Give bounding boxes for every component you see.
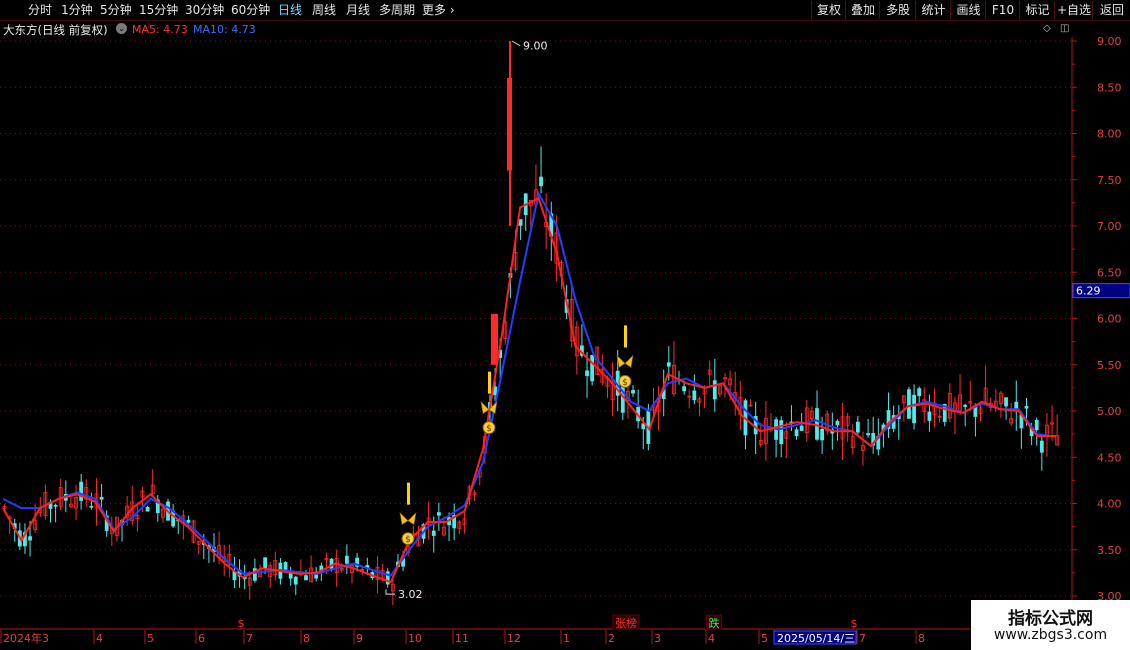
- candle-body: [293, 576, 298, 585]
- price-label: 6.50: [1097, 266, 1122, 279]
- price-label: 3.50: [1097, 544, 1122, 557]
- price-label: 9.00: [1097, 35, 1122, 48]
- date-label: 4: [708, 632, 715, 645]
- candle-body: [912, 394, 916, 424]
- price-label: 6.00: [1097, 313, 1122, 326]
- date-cursor-label: 2025/05/14/三: [777, 632, 855, 645]
- candle-body: [799, 425, 804, 431]
- event-marker: 张榜: [615, 616, 637, 630]
- watermark-url: www.zbgs3.com: [993, 627, 1108, 643]
- money-bag-symbol: $: [486, 424, 492, 434]
- date-label: 9: [356, 632, 363, 645]
- candle-body: [145, 506, 150, 512]
- date-label: 3: [654, 632, 661, 645]
- high-marker-line: [511, 40, 521, 47]
- candle-body: [631, 389, 635, 394]
- date-label: 11: [455, 632, 469, 645]
- price-label: 7.00: [1097, 220, 1122, 233]
- candle-body: [712, 380, 717, 400]
- date-label: 6: [198, 632, 205, 645]
- candle-body: [1004, 397, 1008, 407]
- candle-body: [304, 575, 308, 581]
- price-label: 8.50: [1097, 81, 1122, 94]
- price-label: 8.00: [1097, 128, 1122, 141]
- price-label: 7.50: [1097, 174, 1122, 187]
- date-label: 5: [147, 632, 154, 645]
- money-bag-symbol: $: [622, 378, 628, 388]
- date-label: 12: [507, 632, 521, 645]
- candle-body: [835, 420, 840, 426]
- date-label: 2: [608, 632, 615, 645]
- candle-body: [79, 481, 84, 501]
- date-label: 1: [563, 632, 570, 645]
- candle-spike-body: [491, 313, 498, 365]
- candle-body: [431, 530, 436, 536]
- candle-body: [1024, 406, 1029, 409]
- candle-body: [1034, 419, 1039, 431]
- candle-body: [907, 389, 911, 419]
- candle-body: [927, 411, 932, 421]
- watermark-title: 指标公式网: [1008, 609, 1093, 629]
- candle-body: [28, 536, 32, 541]
- candle-body: [89, 505, 94, 508]
- price-label: 4.50: [1097, 451, 1122, 464]
- candle-body: [518, 219, 523, 226]
- date-label: 7: [246, 632, 253, 645]
- watermark-logo: 指标公式网 www.zbgs3.com: [971, 600, 1130, 650]
- price-label: 5.50: [1097, 359, 1122, 372]
- candle-body: [263, 557, 268, 569]
- low-annotation: 3.02: [398, 588, 423, 601]
- candle-body: [682, 386, 687, 392]
- candle-body: [1039, 440, 1044, 453]
- candle-body: [666, 362, 671, 367]
- event-marker: $: [238, 617, 245, 630]
- date-label: 2024年3: [3, 631, 49, 645]
- ma5-line: [2, 196, 1056, 584]
- butterfly-icon: [399, 511, 417, 526]
- current-price-label: 6.29: [1076, 285, 1101, 298]
- candle-body: [283, 562, 288, 571]
- signal-bar: [624, 325, 627, 348]
- candle-body: [917, 388, 922, 397]
- candle-spike-body: [507, 78, 512, 171]
- candle-body: [344, 555, 349, 564]
- date-label: 5: [761, 632, 768, 645]
- candle-body: [53, 504, 58, 507]
- price-label: 4.00: [1097, 498, 1122, 511]
- date-label: 8: [303, 632, 310, 645]
- candlestick-chart[interactable]: 3.003.504.004.505.005.506.006.507.007.50…: [0, 0, 1130, 650]
- candle-body: [779, 420, 784, 444]
- money-bag-symbol: $: [405, 535, 411, 545]
- candle-body: [186, 519, 191, 523]
- candle-body: [855, 421, 860, 433]
- candle-body: [590, 354, 595, 382]
- low-marker-line: [385, 589, 395, 595]
- candle-body: [815, 408, 819, 440]
- candle-body: [866, 433, 870, 436]
- high-annotation: 9.00: [523, 40, 548, 53]
- candle-body: [99, 496, 104, 500]
- ma10-line: [2, 190, 1056, 577]
- date-label: 4: [96, 632, 103, 645]
- candle-body: [794, 429, 799, 437]
- event-marker: 跌: [709, 616, 720, 630]
- candle-body: [963, 404, 968, 407]
- date-label: 10: [408, 632, 422, 645]
- candle-body: [692, 390, 697, 401]
- price-label: 5.00: [1097, 405, 1122, 418]
- candle-body: [539, 176, 543, 187]
- date-label: 8: [918, 632, 925, 645]
- signal-bar: [488, 371, 491, 394]
- date-label: 7: [859, 632, 866, 645]
- candle-body: [585, 370, 589, 377]
- butterfly-icon: [616, 354, 634, 368]
- signal-bar: [407, 482, 410, 505]
- candle-body: [820, 429, 824, 441]
- event-marker: $: [851, 617, 858, 630]
- candle-body: [436, 512, 441, 516]
